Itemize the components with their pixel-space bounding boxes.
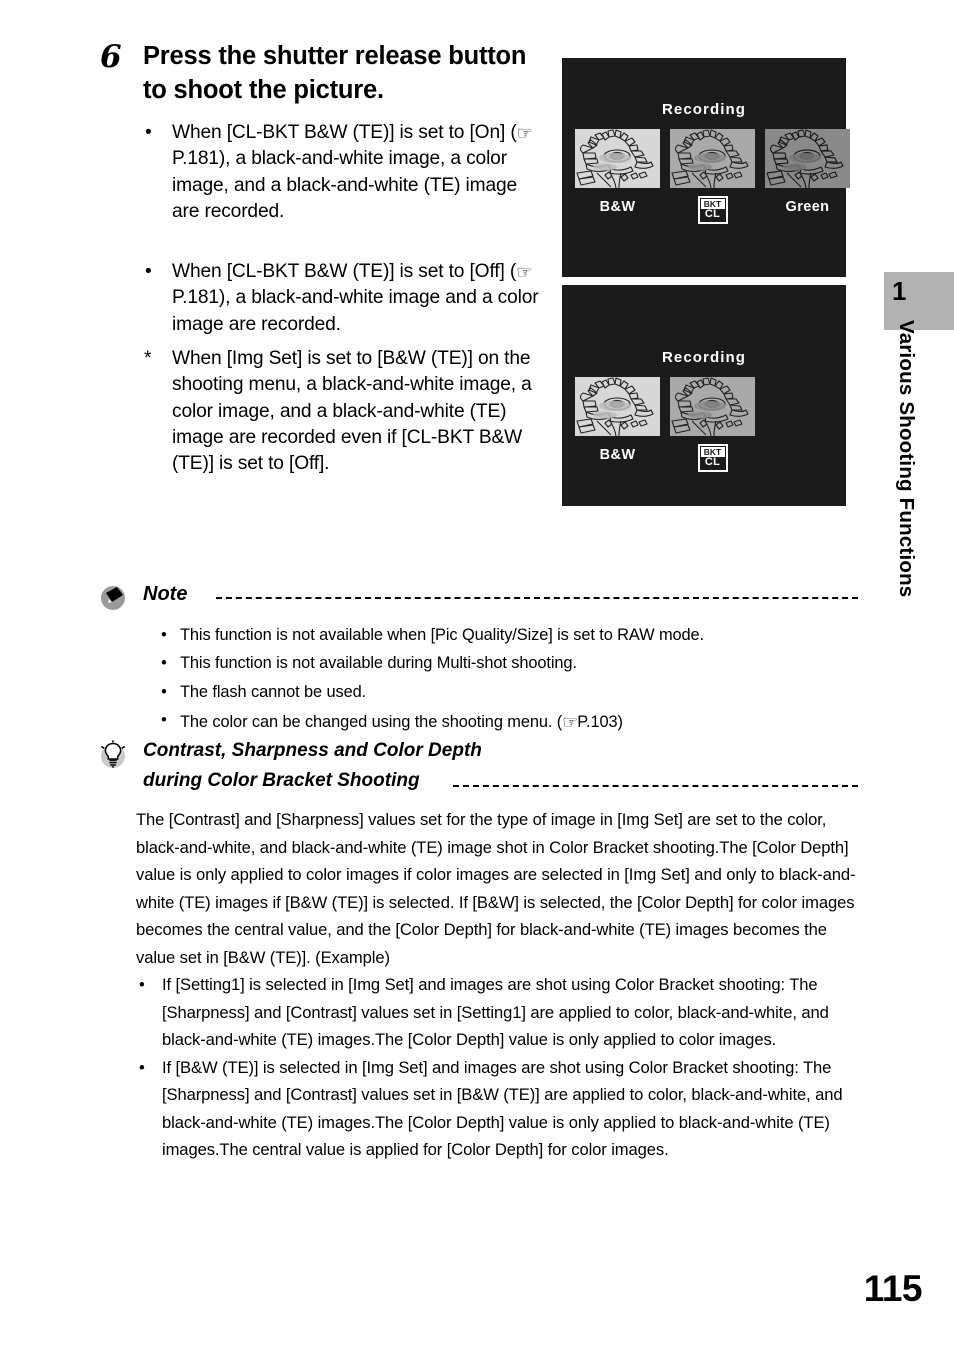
step-bullet-1-reference[interactable]: P.181	[172, 148, 219, 169]
step-bullet-1-text-before: When [CL-BKT B&W (TE)] is set to [On] (	[172, 122, 517, 143]
bkt-cl-icon: BKT CL	[697, 196, 728, 224]
bullet-marker: •	[161, 654, 167, 673]
tip-paragraph: The [Contrast] and [Sharpness] values se…	[136, 810, 856, 967]
step-block: 6 Press the shutter release button to sh…	[100, 40, 540, 107]
chapter-number: 1	[892, 276, 907, 306]
tip-callout: Contrast, Sharpness and Color Depth duri…	[98, 740, 858, 1164]
bkt-icon-bottom-text: CL	[704, 456, 721, 468]
note-item-text-after: )	[617, 713, 623, 732]
pointing-hand-icon: ☞	[562, 712, 578, 734]
note-item-text-before: The color can be changed using the shoot…	[180, 713, 563, 732]
lcd-thumbnail-label: B&W	[599, 199, 636, 215]
note-item-text: This function is not available when [Pic…	[180, 626, 705, 644]
note-item: • This function is not available during …	[158, 649, 858, 677]
lightbulb-icon	[98, 740, 128, 770]
lcd-screen-two-shot: Recording B&W BKT CL	[562, 285, 846, 506]
note-item-text: The flash cannot be used.	[180, 682, 367, 701]
step-bullet-3-text: When [Img Set] is set to [B&W (TE)] on t…	[172, 348, 532, 475]
asterisk-marker: *	[144, 348, 152, 370]
tip-item: • If [Setting1] is selected in [Img Set]…	[136, 971, 858, 1054]
lcd-thumbnail-label: B&W	[599, 447, 636, 463]
note-item: • This function is not available when [P…	[158, 621, 858, 649]
note-dash-rule	[216, 597, 858, 599]
flower-thumbnail-color	[670, 377, 755, 436]
step-number: 6	[100, 39, 122, 75]
lcd-thumbnail-label: Green	[785, 199, 830, 215]
page-number: 115	[863, 1268, 923, 1309]
tip-bullet-list: • If [Setting1] is selected in [Img Set]…	[136, 971, 858, 1164]
step-bullet-list: • When [CL-BKT B&W (TE)] is set to [On] …	[143, 120, 543, 478]
note-item: • The color can be changed using the sho…	[158, 706, 858, 737]
bullet-marker: •	[145, 261, 152, 283]
lcd-thumbnail-row: B&W	[575, 129, 850, 224]
pointing-hand-icon: ☞	[516, 262, 532, 284]
bullet-marker: •	[161, 711, 167, 730]
step-bullet-2-text-after: ), a black-and-white image and a color i…	[172, 287, 539, 335]
tip-header: Contrast, Sharpness and Color Depth duri…	[98, 740, 858, 802]
tip-item-text: If [Setting1] is selected in [Img Set] a…	[162, 975, 829, 1050]
lcd-thumbnail-cell: B&W	[575, 129, 660, 220]
lcd-thumbnail-row: B&W	[575, 377, 755, 472]
chapter-title: Various Shooting Functions	[895, 320, 918, 598]
step-bullet-2-text-before: When [CL-BKT B&W (TE)] is set to [Off] (	[172, 261, 517, 283]
lcd-thumbnail-label: BKT CL	[670, 444, 755, 472]
tip-item-text: If [B&W (TE)] is selected in [Img Set] a…	[162, 1057, 843, 1160]
step-bullet-1: • When [CL-BKT B&W (TE)] is set to [On] …	[143, 120, 543, 225]
tip-title-line2: during Color Bracket Shooting	[143, 770, 420, 791]
flower-thumbnail-bw	[575, 129, 660, 188]
bullet-marker: •	[145, 122, 152, 143]
note-icon	[98, 582, 128, 612]
flower-thumbnail-bw	[575, 377, 660, 436]
lcd-recording-label: Recording	[661, 101, 747, 118]
lcd-thumbnail-cell: BKT CL	[670, 377, 755, 472]
step-bullet-1-text-after: ), a black-and-white image, a color imag…	[172, 148, 518, 222]
flower-thumbnail-green	[765, 129, 850, 188]
step-heading: Press the shutter release button to shoo…	[143, 42, 527, 104]
note-item-list: • This function is not available when [P…	[158, 621, 858, 737]
note-item: • The flash cannot be used.	[158, 678, 858, 706]
lcd-screen-three-shot: Recording B&W BKT CL Green	[562, 58, 850, 277]
lcd-thumbnail-cell: Green	[765, 129, 850, 220]
flower-thumbnail-color	[670, 129, 755, 188]
step-bullet-2-reference[interactable]: P.181	[172, 287, 219, 308]
bullet-marker: •	[139, 975, 145, 995]
lcd-thumbnail-cell: B&W	[575, 377, 660, 468]
tip-dash-rule	[453, 785, 858, 787]
note-header: Note	[98, 582, 858, 612]
pointing-hand-icon: ☞	[516, 123, 533, 144]
step-bullet-2: • When [CL-BKT B&W (TE)] is set to [Off]…	[143, 259, 543, 338]
tip-item: • If [B&W (TE)] is selected in [Img Set]…	[136, 1054, 858, 1164]
bullet-marker: •	[139, 1057, 145, 1077]
lcd-thumbnail-cell: BKT CL	[670, 129, 755, 224]
bullet-marker: •	[161, 682, 167, 701]
tip-body: The [Contrast] and [Sharpness] values se…	[136, 806, 858, 1164]
step-bullet-3: * When [Img Set] is set to [B&W (TE)] on…	[143, 346, 543, 477]
lcd-thumbnail-label: BKT CL	[670, 196, 755, 224]
lcd-recording-label: Recording	[661, 349, 747, 366]
tip-title-line1: Contrast, Sharpness and Color Depth	[143, 740, 482, 761]
note-callout: Note • This function is not available wh…	[98, 582, 858, 737]
bkt-cl-icon: BKT CL	[697, 444, 728, 472]
note-item-reference[interactable]: P.103	[577, 713, 617, 731]
note-item-text: This function is not available during Mu…	[180, 654, 577, 673]
bkt-icon-bottom-text: CL	[704, 208, 721, 220]
note-title: Note	[143, 583, 188, 605]
bullet-marker: •	[161, 626, 167, 644]
